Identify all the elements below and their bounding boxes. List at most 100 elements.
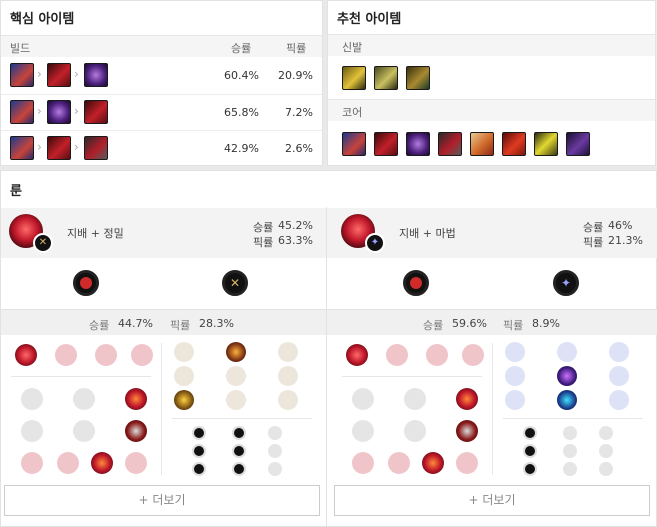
rune-page-winrate: 46% [608, 219, 633, 232]
arrow-icon: › [37, 67, 42, 81]
domination-tree-icon[interactable] [73, 270, 99, 296]
item-icon-lucidity-boots[interactable] [10, 100, 34, 124]
item-icon-lucidity-boots[interactable] [342, 132, 366, 156]
ultimate-hunter-icon [125, 452, 147, 474]
winrate-value: 42.9% [224, 142, 259, 155]
shard-adaptive-icon [523, 444, 537, 458]
rune-page-winrate-label: 승률 [253, 221, 274, 234]
show-more-button[interactable]: + 더보기 [4, 485, 320, 516]
legend-alacrity-icon [174, 366, 194, 386]
shard-health-icon [523, 462, 537, 476]
ghost-poro-icon [73, 420, 95, 442]
build-row[interactable]: › › 60.4% 20.9% [1, 58, 322, 94]
pickrate-value: 20.9% [278, 69, 313, 82]
shard-armor-icon [232, 444, 246, 458]
secondary-rune-grid [493, 335, 657, 480]
rune-page-pickrate: 63.3% [278, 234, 313, 247]
keystone-predator-icon [55, 344, 77, 366]
item-icon-duskblade[interactable] [47, 136, 71, 160]
scorch-icon [505, 390, 525, 410]
winrate-value: 65.8% [224, 106, 259, 119]
rune-page-summary[interactable]: ✕ 지배 + 정밀 승률 45.2% 픽률 63.3% [1, 208, 326, 258]
item-icon-duskblade[interactable] [374, 132, 398, 156]
build-row[interactable]: › › 42.9% 2.6% [1, 130, 322, 166]
arrow-icon: › [37, 140, 42, 154]
item-icon-eclipse[interactable] [438, 132, 462, 156]
item-icon-night-harvester[interactable] [47, 100, 71, 124]
shard-health-icon [192, 462, 206, 476]
detail-winrate-label: 승률 [89, 319, 110, 332]
keystone-hail-of-blades-icon [462, 344, 484, 366]
celerity-icon [557, 366, 577, 386]
core-label: 코어 [342, 106, 363, 119]
rune-page-pickrate-label: 픽률 [583, 236, 604, 249]
sorcery-tree-icon[interactable]: ✦ [553, 270, 579, 296]
keystone-electrocute-icon [346, 344, 368, 366]
core-items-header: 빌드 승률 픽률 [1, 35, 322, 57]
item-icon-duskblade[interactable] [84, 100, 108, 124]
item-icon-duskblade[interactable] [47, 63, 71, 87]
arrow-icon: › [74, 104, 79, 118]
rune-row-divider [11, 376, 151, 377]
item-icon-shadowflame[interactable] [566, 132, 590, 156]
item-icon-night-harvester[interactable] [84, 63, 108, 87]
rune-page-name: 지배 + 마법 [399, 227, 456, 240]
ingenious-hunter-icon [388, 452, 410, 474]
cut-down-icon [226, 390, 246, 410]
detail-pickrate-label: 픽률 [503, 319, 524, 332]
rune-page-summary[interactable]: ✦ 지배 + 마법 승률 46% 픽률 21.3% [327, 208, 657, 258]
item-icon-night-harvester[interactable] [406, 132, 430, 156]
zombie-ward-icon [352, 420, 374, 442]
tree-selector: ✦ [327, 258, 657, 309]
item-icon-eclipse[interactable] [84, 136, 108, 160]
rune-detail-header: 승률 44.7% 픽률 28.3% [1, 309, 326, 335]
item-icon-lucidity-boots[interactable] [10, 63, 34, 87]
arrow-icon: › [37, 104, 42, 118]
keystone-hail-of-blades-icon [131, 344, 153, 366]
rune-page-name: 지배 + 정밀 [67, 227, 124, 240]
winrate-value: 60.4% [224, 69, 259, 82]
recommended-items-panel: 추천 아이템 신발 코어 [327, 0, 656, 166]
cheap-shot-icon [21, 388, 43, 410]
legend-bloodline-icon [278, 366, 298, 386]
build-header: 빌드 [10, 42, 31, 55]
keystone-electrocute-icon [15, 344, 37, 366]
domination-tree-glyph [410, 277, 422, 289]
eyeball-collection-icon [456, 420, 478, 442]
item-icon-mercury-treads[interactable] [406, 66, 430, 90]
item-icon-mobility-boots[interactable] [374, 66, 398, 90]
shard-divider [503, 418, 643, 419]
recommended-items-title: 추천 아이템 [337, 12, 402, 27]
precision-tree-icon[interactable]: ✕ [222, 270, 248, 296]
build-row[interactable]: › › 65.8% 7.2% [1, 94, 322, 130]
show-more-button[interactable]: + 더보기 [334, 485, 650, 516]
arrow-icon: › [74, 67, 79, 81]
shard-armor-icon [563, 444, 577, 458]
tree-selector: ✕ [1, 258, 326, 309]
zombie-ward-icon [21, 420, 43, 442]
item-icon-edge-of-night[interactable] [534, 132, 558, 156]
overheal-icon [174, 342, 194, 362]
item-icon-boots-of-swiftness[interactable] [342, 66, 366, 90]
detail-pickrate: 28.3% [199, 317, 234, 330]
keystone-dark-harvest-icon [95, 344, 117, 366]
core-items-panel: 핵심 아이템 빌드 승률 픽률 › › 60.4% 20.9% › › 65.8… [0, 0, 323, 166]
domination-tree-icon[interactable] [403, 270, 429, 296]
shard-divider [172, 418, 312, 419]
runes-panel: 룬 ✕ 지배 + 정밀 승률 45.2% 픽률 63.3% ✕ 승률 44.7%… [0, 170, 657, 527]
sudden-impact-icon [456, 388, 478, 410]
primary-rune-grid [1, 335, 161, 480]
shard-adaptive-icon [523, 426, 537, 440]
detail-pickrate: 8.9% [532, 317, 560, 330]
item-icon-stormsurge[interactable] [470, 132, 494, 156]
arrow-icon: › [74, 140, 79, 154]
keystone-predator-icon [386, 344, 408, 366]
pickrate-value: 2.6% [285, 142, 313, 155]
shard-attack-speed-icon [563, 426, 577, 440]
shard-armor-icon [232, 462, 246, 476]
primary-rune-grid [332, 335, 492, 480]
item-icon-sunfire[interactable] [502, 132, 526, 156]
manaflow-band-icon [557, 342, 577, 362]
secondary-rune-grid [162, 335, 326, 480]
item-icon-lucidity-boots[interactable] [10, 136, 34, 160]
